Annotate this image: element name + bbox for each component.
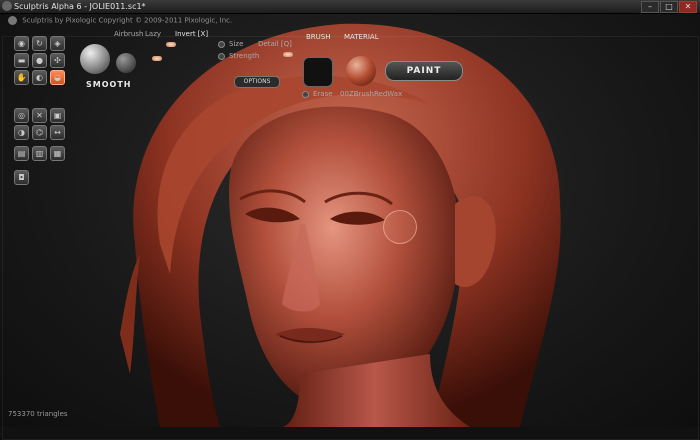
smooth-icon[interactable]: ◐ <box>32 70 47 85</box>
detail-control[interactable]: Detail [Q] <box>258 40 292 48</box>
size-control[interactable]: Size <box>218 40 243 48</box>
triangle-count: 753370 triangles <box>8 410 68 418</box>
crease-icon[interactable]: ◈ <box>50 36 65 51</box>
import-icon[interactable]: ↔ <box>50 125 65 140</box>
lazy-label[interactable]: Lazy <box>145 30 161 38</box>
save-icon[interactable]: ▤ <box>14 146 29 161</box>
window-titlebar: Sculptris Alpha 6 - JOLIE011.sc1* – □ ✕ <box>0 0 700 14</box>
new-plane-icon[interactable]: ▦ <box>50 146 65 161</box>
airbrush-label[interactable]: Airbrush <box>114 30 143 38</box>
wireframe-icon[interactable]: ⌬ <box>32 125 47 140</box>
paint-button[interactable]: PAINT <box>385 61 463 81</box>
maximize-button[interactable]: □ <box>660 1 678 13</box>
brush-cursor <box>383 210 417 244</box>
invert-toggle[interactable]: Invert [X] <box>175 30 208 38</box>
window-title: Sculptris Alpha 6 - JOLIE011.sc1* <box>14 2 146 11</box>
mask-icon[interactable]: ✕ <box>32 108 47 123</box>
material-name: RedWax <box>374 90 403 98</box>
scale-icon[interactable]: ◒ <box>50 70 65 85</box>
material-preview[interactable] <box>346 56 376 86</box>
lazy-slider-knob[interactable] <box>166 42 176 47</box>
copyright-text: Sculptris by Pixologic Copyright © 2009-… <box>22 16 233 25</box>
erase-label: Erase <box>313 90 333 98</box>
brush-alpha-preview[interactable] <box>303 57 333 87</box>
symmetry-icon[interactable]: ◑ <box>14 125 29 140</box>
airbrush-preview-icon <box>116 53 136 73</box>
brush-section-title: BRUSH <box>306 33 331 41</box>
strength-label: Strength <box>229 52 260 60</box>
flatten-icon[interactable]: ▬ <box>14 53 29 68</box>
camera-icon[interactable]: ◘ <box>14 170 29 185</box>
pinch-icon[interactable]: ✣ <box>50 53 65 68</box>
brush-name: 00ZBrush <box>340 90 374 98</box>
grab-icon[interactable]: ✋ <box>14 70 29 85</box>
pixologic-logo-icon <box>8 16 17 25</box>
material-section-title: MATERIAL <box>344 33 379 41</box>
info-bar: Sculptris by Pixologic Copyright © 2009-… <box>8 16 232 25</box>
minimize-button[interactable]: – <box>641 1 659 13</box>
close-button[interactable]: ✕ <box>679 1 697 13</box>
reduce-icon[interactable]: ◎ <box>14 108 29 123</box>
new-sphere-icon[interactable]: ▥ <box>32 146 47 161</box>
sculpt-viewport[interactable]: Sculptris by Pixologic Copyright © 2009-… <box>0 14 700 440</box>
rotate-icon[interactable]: ↻ <box>32 36 47 51</box>
transform-icon[interactable]: ▣ <box>50 108 65 123</box>
inflate-icon[interactable]: ● <box>32 53 47 68</box>
active-brush-label: SMOOTH <box>86 80 132 89</box>
detail-slider-knob[interactable] <box>283 52 293 57</box>
strength-control[interactable]: Strength <box>218 52 259 60</box>
draw-icon[interactable]: ◉ <box>14 36 29 51</box>
active-brush-preview[interactable] <box>80 44 110 74</box>
size-label: Size <box>229 40 244 48</box>
window-controls: – □ ✕ <box>641 1 697 13</box>
erase-control[interactable]: Erase <box>302 90 333 98</box>
size-slider-knob[interactable] <box>152 56 162 61</box>
options-button[interactable]: OPTIONS <box>234 76 280 88</box>
sculptris-logo-icon <box>2 1 12 11</box>
